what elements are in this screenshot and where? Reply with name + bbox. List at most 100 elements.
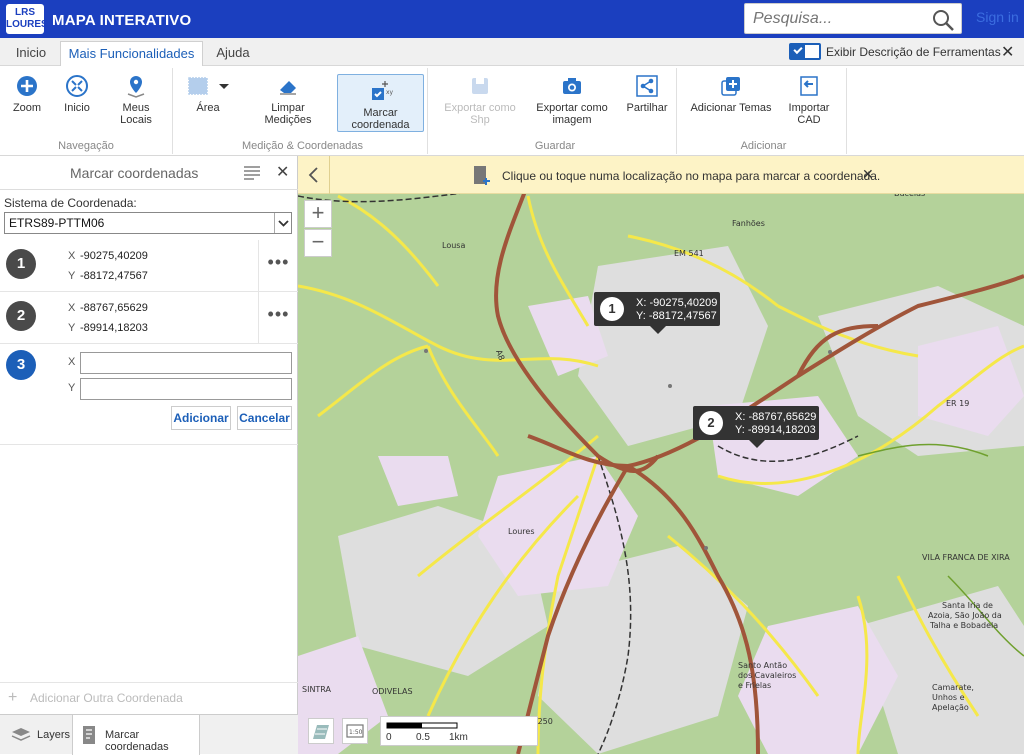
eraser-icon: [280, 81, 296, 95]
basemap-toggle[interactable]: [308, 718, 334, 744]
export-shp-label-1: Exportar como: [444, 102, 516, 114]
divider: [0, 444, 298, 445]
map-view[interactable]: Lousa Fanhões Bucelas Loures ODIVELAS SI…: [298, 156, 1024, 754]
limpar-medicoes-button[interactable]: Limpar Medições: [248, 74, 328, 126]
export-image-button[interactable]: Exportar como imagem: [534, 74, 610, 126]
map-label-santa-iria-3: Talha e Bobadela: [929, 621, 998, 630]
search-icon[interactable]: [931, 8, 955, 32]
add-other-label: Adicionar Outra Coordenada: [30, 691, 183, 705]
area-label: Área: [196, 102, 220, 114]
mark-coordinate-hint-icon: [474, 166, 490, 185]
cancelar-button[interactable]: Cancelar: [237, 406, 292, 430]
group-name-medicao: Medição & Coordenadas: [241, 140, 364, 152]
tab-inicio[interactable]: Inicio: [2, 41, 60, 66]
new-coordinate-badge: 3: [6, 350, 36, 380]
panel-header: Marcar coordenadas ✕: [0, 156, 298, 190]
zoom-plus-icon: [17, 76, 37, 96]
group-name-guardar: Guardar: [534, 140, 576, 152]
tab-layers[interactable]: Layers: [0, 715, 72, 755]
logo-text: LRS LOURES: [6, 7, 48, 30]
home-extent-button[interactable]: Inicio: [58, 74, 96, 114]
description-checkbox[interactable]: [789, 43, 821, 60]
marcar-tab-label: Marcar coordenadas: [105, 729, 169, 753]
coordinate-popup-2[interactable]: 2 X: -88767,65629 Y: -89914,18203: [693, 406, 819, 448]
add-other-coordinate[interactable]: + Adicionar Outra Coordenada: [0, 682, 298, 712]
more-options-icon[interactable]: •••: [258, 240, 298, 292]
signin-link[interactable]: Sign in: [976, 9, 1019, 25]
panel-close-icon[interactable]: ✕: [276, 162, 289, 182]
area-button[interactable]: Área: [184, 74, 232, 114]
coordinate-number-badge: 1: [6, 249, 36, 279]
y-value: -88172,47567: [80, 270, 148, 282]
info-message: Clique ou toque numa localização no mapa…: [502, 169, 881, 183]
meus-locais-label: Meus Locais: [120, 102, 152, 126]
coordinate-popup-1[interactable]: 1 X: -90275,40209 Y: -88172,47567: [594, 292, 720, 334]
marcar-label-1: Marcar: [363, 107, 398, 119]
popup-number: 2: [699, 411, 723, 435]
svg-text:1:50: 1:50: [349, 729, 363, 736]
layers-tab-label: Layers: [37, 729, 71, 741]
mark-coordinate-icon: xy: [371, 81, 393, 100]
export-image-label-2: imagem: [552, 114, 592, 126]
add-layers-icon: [721, 77, 740, 96]
import-cad-icon: [800, 76, 818, 96]
scale-icon: 1:50: [346, 724, 364, 738]
map-canvas[interactable]: Lousa Fanhões Bucelas Loures ODIVELAS SI…: [298, 156, 1024, 754]
x-axis-label: X: [68, 250, 76, 262]
search-box[interactable]: [744, 3, 962, 34]
map-label-santa-iria-2: Azoia, São João da: [928, 611, 1002, 620]
export-shp-label-2: Shp: [470, 114, 490, 126]
mark-coordinate-tab-icon: [83, 726, 95, 744]
panel-menu-icon[interactable]: [244, 166, 260, 180]
search-input[interactable]: [745, 4, 925, 33]
map-label-santo-antao: Santo Antão: [738, 661, 787, 670]
partilhar-button[interactable]: Partilhar: [624, 74, 670, 114]
inicio-label: Inicio: [64, 102, 90, 114]
tab-marcar-coordenadas[interactable]: Marcar coordenadas: [72, 715, 200, 755]
adicionar-temas-button[interactable]: Adicionar Temas: [687, 74, 775, 114]
ribbon: Zoom Inicio Meus Locais Navegação Área L…: [0, 66, 1024, 156]
new-x-input[interactable]: [80, 352, 292, 374]
zoom-out-button[interactable]: −: [304, 229, 332, 257]
layers-icon: [11, 728, 31, 741]
map-label-lousa: Lousa: [442, 241, 465, 250]
export-shp-button[interactable]: Exportar como Shp: [442, 74, 518, 126]
chevron-down-icon[interactable]: [274, 213, 291, 233]
scale-toggle[interactable]: 1:50: [342, 718, 368, 744]
tab-mais-funcionalidades[interactable]: Mais Funcionalidades: [60, 41, 203, 66]
ribbon-close-icon[interactable]: ✕: [1001, 42, 1014, 62]
scale-label-half: 0.5: [416, 732, 430, 743]
panel-bottom-tabs: Layers Marcar coordenadas: [0, 714, 298, 755]
x-axis-label: X: [68, 302, 76, 314]
new-y-input[interactable]: [80, 378, 292, 400]
adicionar-temas-label: Adicionar Temas: [690, 102, 772, 114]
export-image-label-1: Exportar como: [536, 102, 608, 114]
popup-x: X: -90275,40209: [636, 297, 718, 309]
meus-locais-button[interactable]: Meus Locais: [106, 74, 166, 126]
group-name-adicionar: Adicionar: [740, 140, 787, 152]
zoom-button[interactable]: Zoom: [8, 74, 46, 114]
map-label-er19: ER 19: [946, 399, 969, 408]
group-guardar: Exportar como Shp Exportar como imagem P…: [434, 68, 677, 154]
zoom-in-button[interactable]: +: [304, 200, 332, 228]
area-measure-icon: [188, 77, 229, 95]
importar-cad-button[interactable]: Importar CAD: [777, 74, 841, 126]
map-pin-icon: [127, 76, 145, 98]
collapse-panel-icon[interactable]: [298, 156, 330, 194]
y-axis-label: Y: [68, 322, 76, 334]
map-label-vila-franca: VILA FRANCA DE XIRA: [922, 553, 1010, 562]
marcar-coordenada-button[interactable]: xy Marcar coordenada: [337, 74, 424, 132]
crs-select[interactable]: ETRS89-PTTM06: [4, 212, 292, 234]
coordinate-number-badge: 2: [6, 301, 36, 331]
info-close-icon[interactable]: ✕: [862, 166, 874, 183]
loures-logo[interactable]: LRS LOURES: [6, 4, 48, 34]
marcar-label-2: coordenada: [351, 119, 410, 131]
limpar-label: Limpar Medições: [264, 102, 312, 126]
coordinates-panel: Marcar coordenadas ✕ Sistema de Coordena…: [0, 156, 298, 755]
more-options-icon[interactable]: •••: [258, 292, 298, 344]
group-navegacao: Zoom Inicio Meus Locais Navegação: [0, 68, 173, 154]
adicionar-button[interactable]: Adicionar: [171, 406, 231, 430]
tab-ajuda[interactable]: Ajuda: [203, 41, 263, 66]
y-value: -89914,18203: [80, 322, 148, 334]
map-label-odivelas: ODIVELAS: [372, 687, 413, 696]
